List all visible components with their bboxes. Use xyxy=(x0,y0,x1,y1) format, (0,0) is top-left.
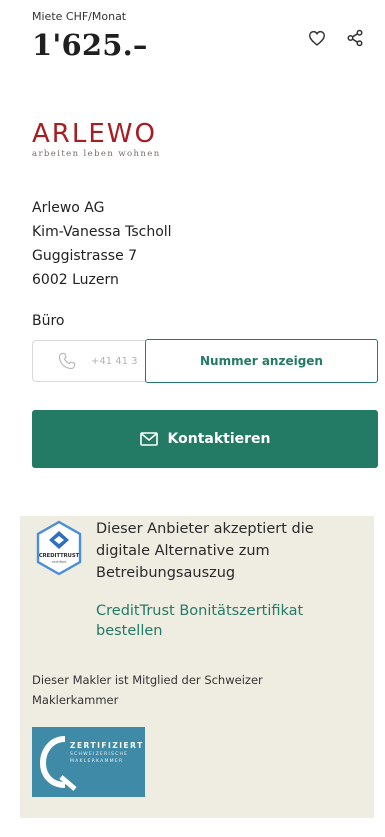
agency-address: Arlewo AG Kim-Vanessa Tscholl Guggistras… xyxy=(32,196,172,292)
contact-person: Kim-Vanessa Tscholl xyxy=(32,224,172,240)
office-label: Büro xyxy=(32,313,65,329)
maklerkammer-badge-line1: SCHWEIZERISCHE xyxy=(70,752,129,757)
company-name: Arlewo AG xyxy=(32,200,105,216)
price-value: 1'625.– xyxy=(32,28,148,62)
credittrust-badge-subtext: certified xyxy=(52,560,67,564)
heart-icon xyxy=(308,30,326,46)
contact-button[interactable]: Kontaktieren xyxy=(32,410,378,468)
share-button[interactable] xyxy=(345,28,365,48)
mail-icon xyxy=(139,432,158,446)
maklerkammer-badge-title: ZERTIFIZIERT xyxy=(70,741,144,750)
phone-field: +41 41 3 xyxy=(32,340,162,382)
credittrust-badge-text: CREDITTRUST xyxy=(39,553,80,559)
street-address: Guggistrasse 7 xyxy=(32,248,138,264)
favorite-button[interactable] xyxy=(307,28,327,48)
logo-tagline: arbeiten leben wohnen xyxy=(32,149,161,159)
price-label: Miete CHF/Monat xyxy=(32,10,127,23)
maklerkammer-description: Dieser Makler ist Mitglied der Schweizer… xyxy=(32,673,263,707)
maklerkammer-badge: ZERTIFIZIERT SCHWEIZERISCHE MAKLERKAMMER xyxy=(32,727,145,797)
phone-icon xyxy=(57,351,77,371)
logo-wordmark: ARLEWO xyxy=(32,119,157,149)
info-box: CREDITTRUST certified Dieser Anbieter ak… xyxy=(20,516,374,818)
share-icon xyxy=(347,29,363,47)
credittrust-description: Dieser Anbieter akzeptiert die digitale … xyxy=(96,521,314,581)
maklerkammer-badge-line2: MAKLERKAMMER xyxy=(70,759,124,764)
contact-button-label: Kontaktieren xyxy=(167,431,271,447)
credittrust-link[interactable]: CreditTrust Bonitätszertifikat bestellen xyxy=(96,601,364,641)
credittrust-badge-icon: CREDITTRUST certified xyxy=(34,520,84,576)
city-address: 6002 Luzern xyxy=(32,272,119,288)
phone-number-partial: +41 41 3 xyxy=(91,355,138,367)
agency-logo: ARLEWO arbeiten leben wohnen xyxy=(32,120,192,164)
show-number-button[interactable]: Nummer anzeigen xyxy=(145,339,378,383)
listing-contact-panel: Miete CHF/Monat 1'625.– ARLEWO arbeiten … xyxy=(0,0,385,837)
